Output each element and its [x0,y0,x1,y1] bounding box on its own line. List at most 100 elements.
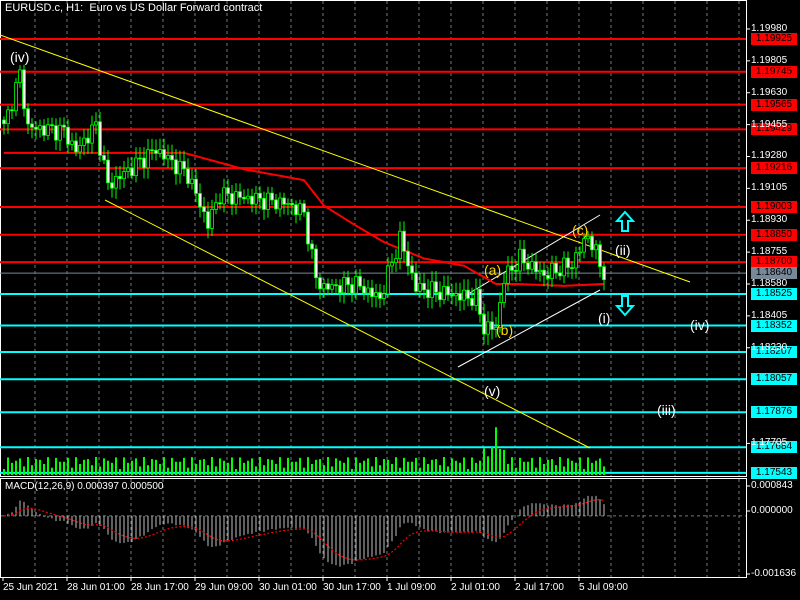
candle-body [594,244,598,251]
candle-body [454,293,458,297]
price-scale-label: 1.19105 [751,182,788,194]
candle-body [182,160,186,170]
candle-body [278,197,282,210]
candle-body [78,144,82,153]
candle-body [86,137,90,144]
candle-body [6,109,10,125]
candle-body [38,125,42,130]
candle-body [282,197,286,205]
candle-body [222,187,226,205]
price-scale-label: 1.18405 [751,309,788,321]
time-axis-label: 2 Jul 01:00 [451,582,500,593]
wave-label-ii: (ii) [615,242,631,258]
candle-body [194,178,198,194]
candle-body [178,160,182,175]
candle-body [470,298,474,306]
candle-body [250,195,254,205]
candle-body [602,266,606,281]
wave-label-b: (b) [496,322,514,338]
candle-body [226,187,230,194]
candle-body [326,283,330,290]
candle-body [62,124,66,128]
candle-body [18,69,22,84]
candle-body [402,230,406,252]
candle-body [562,257,566,277]
wave-label-v: (v) [484,383,501,399]
candle-body [574,252,578,269]
support-price-tag: 1.17876 [751,406,797,419]
candle-body [90,124,94,144]
candle-body [58,124,62,141]
candle-body [438,291,442,301]
wave-label-iv-right: (iv) [690,317,710,333]
candle-body [294,204,298,216]
candle-body [538,269,542,273]
candle-body [242,196,246,200]
candle-body [358,276,362,287]
candle-body [550,262,554,279]
macd-label: MACD(12,26,9) 0.000397 0.000500 [5,481,164,492]
candle-body [210,209,214,229]
candle-body [578,251,582,254]
candle-body [410,265,414,274]
candle-body [514,270,518,272]
time-axis-label: 5 Jul 09:00 [579,582,628,593]
candle-body [346,277,350,285]
candle-body [34,126,38,130]
candle-body [170,154,174,161]
candle-body [154,149,158,154]
candle-body [534,261,538,273]
candle-body [30,123,34,128]
candle-body [406,250,410,267]
lower-trendline [104,199,591,449]
candle-body [590,235,594,251]
candle-body [482,313,486,335]
candle-body [46,124,50,136]
candle-body [430,281,434,298]
candle-body [198,193,202,208]
wave-label-iii: (iii) [657,402,676,418]
candle-body [450,294,454,297]
price-scale-label: 1.17705 [751,437,788,449]
candle-body [526,262,530,270]
candle-body [186,168,190,184]
candle-body [354,276,358,294]
candle-body [466,289,470,299]
candle-body [286,202,290,205]
price-chart[interactable] [0,0,800,600]
candle-body [254,192,258,205]
candle-body [94,121,98,126]
candle-body [134,157,138,177]
candle-body [338,285,342,294]
arrow-down-icon [614,295,636,317]
candle-body [322,283,326,290]
candle-body [114,176,118,189]
candle-body [146,149,150,169]
support-price-tag: 1.17543 [751,466,797,479]
candle-body [234,191,238,205]
candle-body [522,248,526,264]
candle-body [306,211,310,245]
wave-label-c: (c) [572,222,589,238]
candle-body [82,137,86,146]
candle-body [546,274,550,279]
time-axis-label: 2 Jul 17:00 [515,582,564,593]
candle-body [50,124,54,127]
price-scale-label: 1.18930 [751,214,788,226]
candle-body [274,199,278,210]
candle-body [342,277,346,294]
resistance-price-tag: 1.18850 [751,228,797,241]
candle-body [554,262,558,274]
candle-body [518,248,522,272]
candle-body [330,284,334,290]
candle-body [238,191,242,198]
candle-body [458,293,462,301]
time-axis-label: 28 Jun 17:00 [131,582,189,593]
candle-body [362,285,366,294]
resistance-price-tag: 1.19565 [751,98,797,111]
chart-title: EURUSD.c, H1: Euro vs US Dollar Forward … [5,2,263,14]
candle-body [126,167,130,172]
candle-body [310,243,314,250]
candle-body [506,265,510,284]
candle-body [598,244,602,268]
